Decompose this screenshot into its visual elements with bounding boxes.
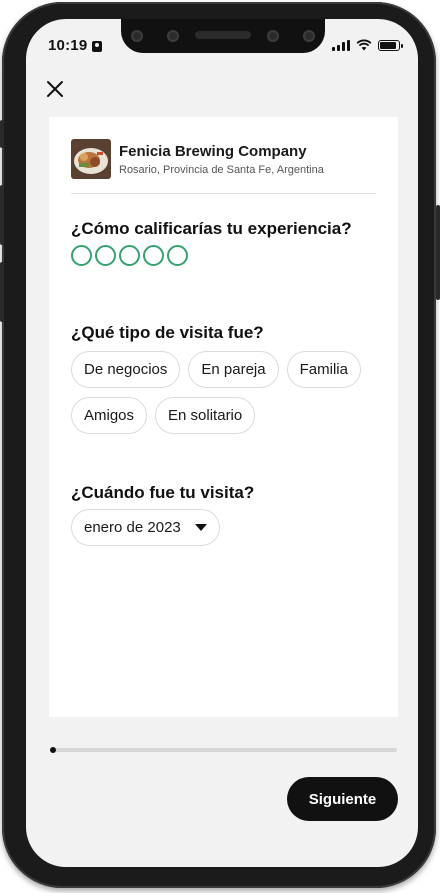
id-badge-icon <box>92 41 102 52</box>
rating-bubble-5[interactable] <box>167 245 188 266</box>
mute-switch <box>0 120 4 148</box>
rating-bubble-1[interactable] <box>71 245 92 266</box>
close-icon[interactable] <box>44 78 66 100</box>
review-card: Fenicia Brewing Company Rosario, Provinc… <box>49 117 398 717</box>
visit-type-question: ¿Qué tipo de visita fue? <box>71 323 264 342</box>
rating-bubble-2[interactable] <box>95 245 116 266</box>
volume-down-button <box>0 262 4 322</box>
visit-type-row-2: Amigos En solitario <box>71 397 256 434</box>
business-name: Fenicia Brewing Company <box>119 142 307 160</box>
chip-en-pareja[interactable]: En pareja <box>188 351 279 388</box>
wifi-icon <box>356 39 372 51</box>
volume-up-button <box>0 185 4 245</box>
rating-bubbles[interactable] <box>71 245 188 266</box>
screen: 10:19 Fenicia Brewing Company Rosario, P… <box>26 19 418 867</box>
chip-amigos[interactable]: Amigos <box>71 397 148 434</box>
camera-dot <box>131 30 143 42</box>
chip-de-negocios[interactable]: De negocios <box>71 351 181 388</box>
power-button <box>436 205 440 300</box>
visit-date-value: enero de 2023 <box>84 519 181 536</box>
visit-type-row-1: De negocios En pareja Familia <box>71 351 361 388</box>
rating-bubble-3[interactable] <box>119 245 140 266</box>
status-icons <box>332 39 403 51</box>
business-location: Rosario, Provincia de Santa Fe, Argentin… <box>119 163 324 176</box>
signal-icon <box>332 39 350 51</box>
visit-date-dropdown[interactable]: enero de 2023 <box>71 509 220 546</box>
sensor-dot <box>167 30 179 42</box>
battery-icon <box>378 39 403 51</box>
status-time: 10:19 <box>48 37 88 54</box>
next-button[interactable]: Siguiente <box>287 777 398 821</box>
progress-bar <box>50 747 397 753</box>
business-header: Fenicia Brewing Company Rosario, Provinc… <box>71 139 324 179</box>
chip-en-solitario[interactable]: En solitario <box>155 397 256 434</box>
speaker <box>195 31 251 39</box>
divider <box>71 193 376 194</box>
camera-dot <box>303 30 315 42</box>
sensor-dot <box>267 30 279 42</box>
visit-date-question: ¿Cuándo fue tu visita? <box>71 483 255 502</box>
rating-question: ¿Cómo calificarías tu experiencia? <box>71 219 352 238</box>
chip-familia[interactable]: Familia <box>286 351 361 388</box>
caret-down-icon <box>194 524 207 531</box>
progress-fill <box>50 747 56 753</box>
rating-bubble-4[interactable] <box>143 245 164 266</box>
phone-frame: 10:19 Fenicia Brewing Company Rosario, P… <box>2 2 436 888</box>
notch <box>121 19 325 53</box>
business-thumbnail <box>71 139 111 179</box>
